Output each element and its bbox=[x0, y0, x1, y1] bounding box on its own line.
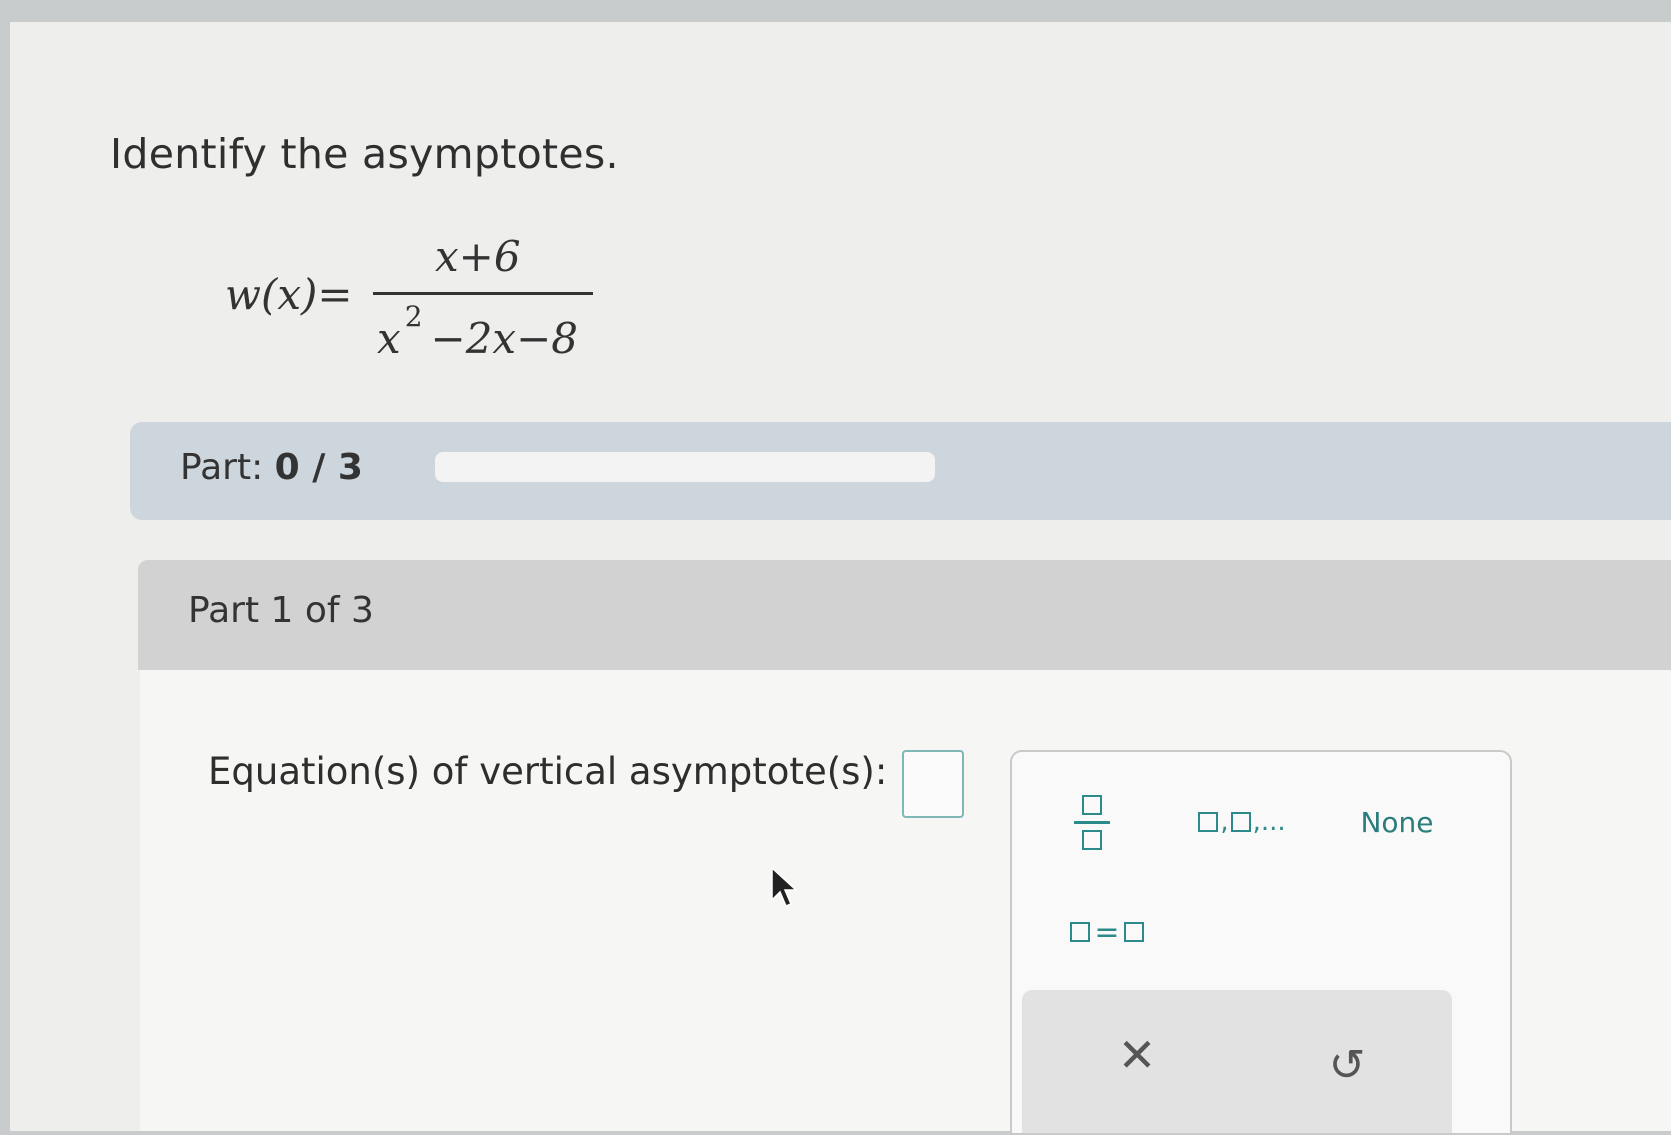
fraction-line bbox=[1074, 820, 1110, 824]
progress-label: Part: 0 / 3 bbox=[180, 447, 363, 488]
list-button[interactable]: ,,... bbox=[1182, 792, 1302, 852]
equation-rhs-box-icon bbox=[1123, 922, 1144, 942]
list-second-box-icon bbox=[1230, 812, 1251, 832]
answer-area: Equation(s) of vertical asymptote(s): ,,… bbox=[140, 670, 1671, 1135]
equation-icon bbox=[1070, 922, 1091, 942]
denominator-rest: −2x−8 bbox=[430, 314, 579, 363]
list-comma: , bbox=[1220, 807, 1229, 837]
part-header: Part 1 of 3 bbox=[138, 560, 1671, 670]
formula-numerator: x+6 bbox=[435, 232, 521, 281]
denominator-exponent: 2 bbox=[404, 300, 423, 333]
list-icon bbox=[1198, 812, 1219, 832]
none-button[interactable]: None bbox=[1342, 792, 1452, 852]
formula-denominator: x 2 −2x−8 bbox=[377, 300, 579, 363]
equation-sign: = bbox=[1094, 914, 1120, 950]
fraction-bar bbox=[373, 292, 593, 295]
vertical-asymptote-prompt: Equation(s) of vertical asymptote(s): bbox=[208, 750, 888, 793]
fraction-denominator-icon bbox=[1082, 829, 1102, 850]
question-text: Identify the asymptotes. bbox=[110, 130, 619, 178]
fraction-button[interactable] bbox=[1052, 772, 1132, 872]
math-keypad: ,,... None = ✕ ↺ bbox=[1010, 750, 1512, 1135]
progress-bar-section: Part: 0 / 3 bbox=[130, 422, 1671, 520]
denominator-base: x bbox=[377, 314, 401, 363]
formula-lhs: w(x)= bbox=[225, 270, 353, 319]
keypad-footer: ✕ ↺ bbox=[1022, 990, 1452, 1133]
progress-label-text: Part: bbox=[180, 447, 275, 488]
mouse-cursor-icon bbox=[771, 866, 798, 907]
equation-button[interactable]: = bbox=[1052, 902, 1162, 962]
undo-icon[interactable]: ↺ bbox=[1312, 1030, 1382, 1100]
fraction-icon bbox=[1082, 794, 1102, 815]
part-title: Part 1 of 3 bbox=[188, 590, 374, 631]
progress-track bbox=[435, 452, 935, 482]
vertical-asymptote-input[interactable] bbox=[902, 750, 964, 818]
progress-value: 0 / 3 bbox=[274, 447, 363, 488]
clear-icon[interactable]: ✕ bbox=[1102, 1020, 1172, 1090]
list-ellipsis: ,... bbox=[1252, 807, 1286, 837]
